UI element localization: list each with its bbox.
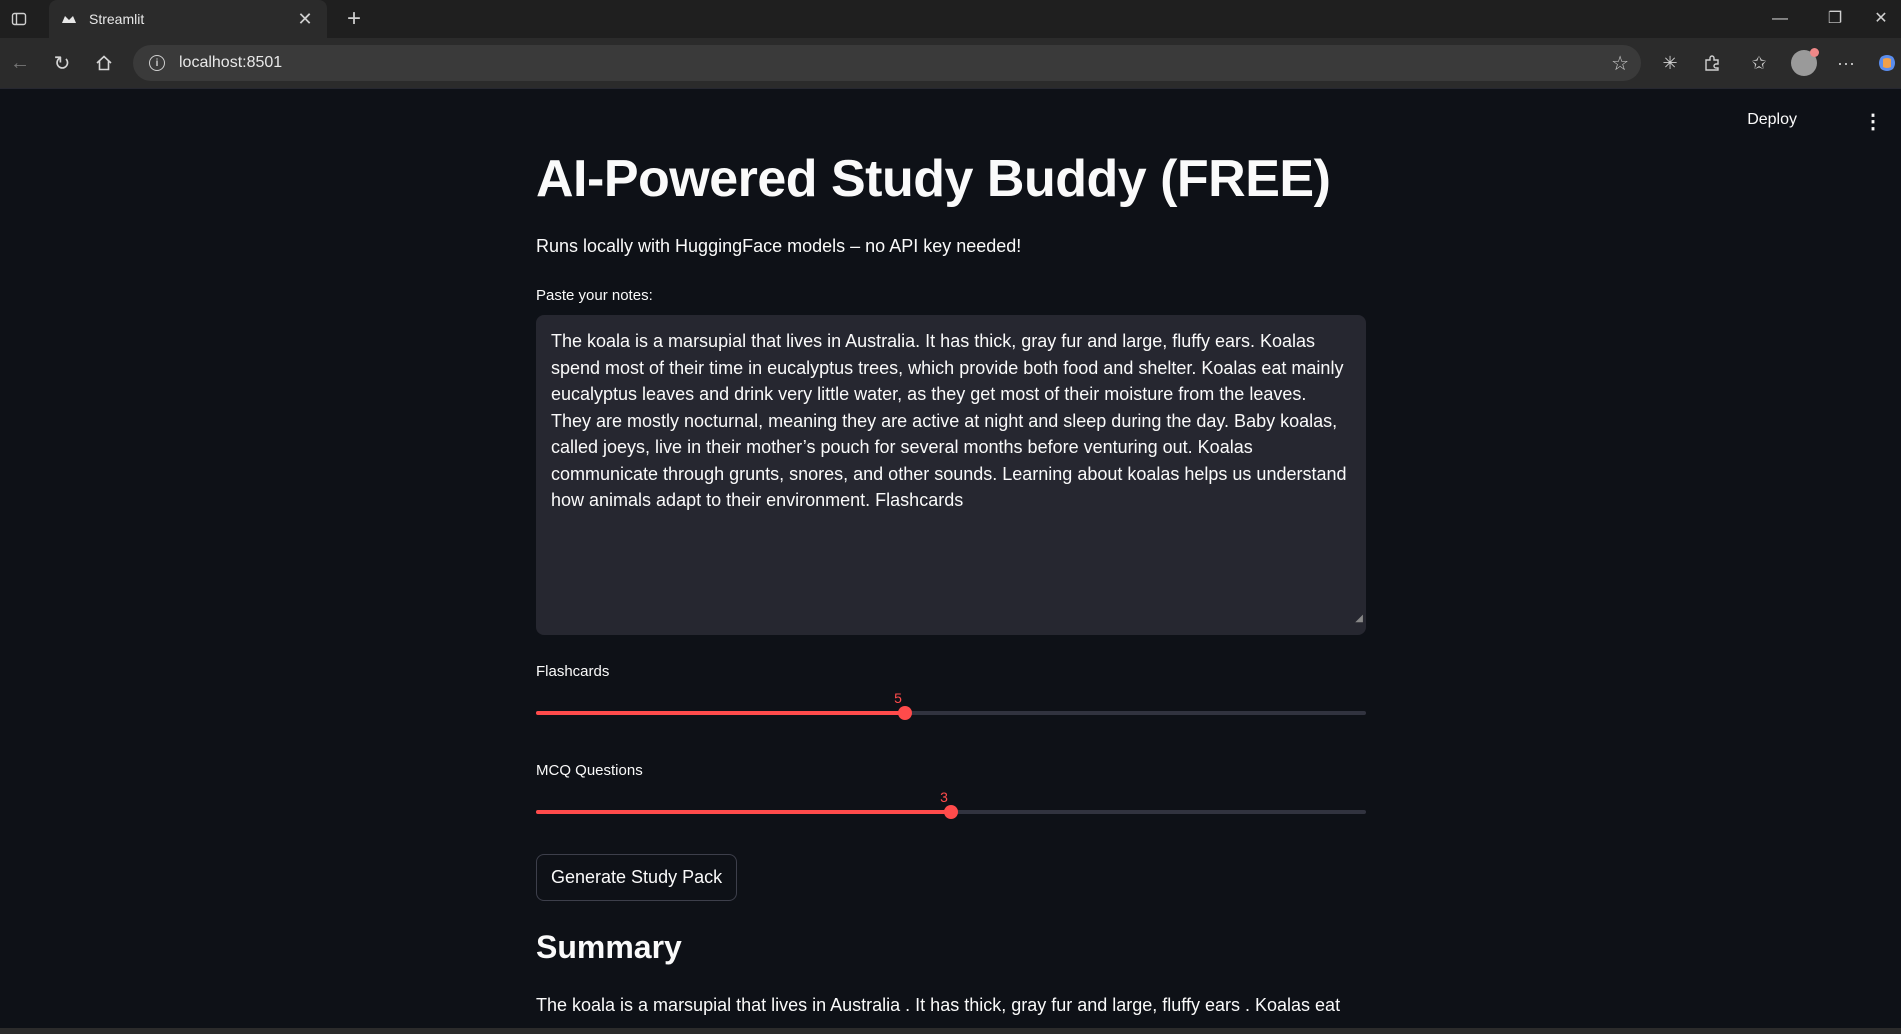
avatar (1791, 48, 1819, 76)
copilot-icon[interactable] (1873, 49, 1901, 77)
slider-thumb[interactable]: 3 (940, 789, 958, 819)
favorites-icon[interactable]: ✩ (1745, 49, 1773, 77)
summary-text: The koala is a marsupial that lives in A… (536, 995, 1341, 1015)
address-bar[interactable]: i localhost:8501 ☆ (133, 45, 1641, 81)
extensions-icon[interactable] (1698, 49, 1726, 77)
slider-value: 3 (940, 789, 948, 805)
slider-thumb[interactable]: 5 (894, 690, 912, 720)
main-menu-icon[interactable]: ⋮ (1863, 109, 1883, 134)
home-icon[interactable] (90, 49, 118, 77)
back-icon[interactable]: ← (6, 49, 34, 77)
resize-handle-icon[interactable]: ◢ (1355, 606, 1363, 633)
slider-fill (536, 711, 905, 715)
notification-dot (1810, 48, 1819, 57)
window-bottom-edge (0, 1028, 1901, 1034)
favorite-star-icon[interactable]: ☆ (1611, 51, 1629, 76)
notes-text: The koala is a marsupial that lives in A… (551, 331, 1347, 510)
minimize-button[interactable]: — (1760, 4, 1800, 34)
streamlit-app: Deploy ⋮ AI-Powered Study Buddy (FREE) R… (0, 88, 1901, 1034)
tab-actions-icon[interactable] (8, 8, 30, 30)
restore-button[interactable]: ❐ (1815, 4, 1855, 34)
notes-label: Paste your notes: (536, 287, 653, 304)
browser-tab-strip: Streamlit ✕ + — ❐ ✕ (0, 0, 1901, 38)
browser-essentials-icon[interactable]: ✳ (1656, 49, 1684, 77)
site-info-icon[interactable]: i (149, 55, 165, 71)
close-tab-icon[interactable]: ✕ (295, 9, 315, 30)
flashcards-slider[interactable]: 5 (536, 690, 1366, 727)
browser-toolbar: ← ↻ i localhost:8501 ☆ ✳ ✩ ··· (0, 38, 1901, 88)
flashcards-slider-label: Flashcards (536, 663, 610, 680)
browser-tab-streamlit[interactable]: Streamlit ✕ (49, 0, 327, 38)
summary-heading: Summary (536, 929, 682, 965)
new-tab-button[interactable]: + (340, 5, 368, 33)
page-subtitle: Runs locally with HuggingFace models – n… (536, 236, 1022, 256)
more-options-icon[interactable]: ··· (1832, 49, 1860, 77)
streamlit-logo-icon (61, 11, 77, 27)
slider-fill (536, 810, 951, 814)
deploy-button[interactable]: Deploy (1747, 111, 1797, 129)
tab-title: Streamlit (89, 11, 145, 27)
page-title: AI-Powered Study Buddy (FREE) (536, 150, 1331, 208)
address-text: localhost:8501 (179, 54, 283, 71)
slider-value: 5 (894, 690, 902, 706)
mcq-slider[interactable]: 3 (536, 789, 1366, 826)
close-window-button[interactable]: ✕ (1861, 4, 1901, 34)
generate-study-pack-button[interactable]: Generate Study Pack (536, 854, 738, 901)
notes-textarea[interactable]: The koala is a marsupial that lives in A… (536, 315, 1366, 635)
mcq-slider-label: MCQ Questions (536, 762, 643, 779)
reload-icon[interactable]: ↻ (48, 49, 76, 77)
profile-avatar[interactable] (1790, 48, 1819, 77)
